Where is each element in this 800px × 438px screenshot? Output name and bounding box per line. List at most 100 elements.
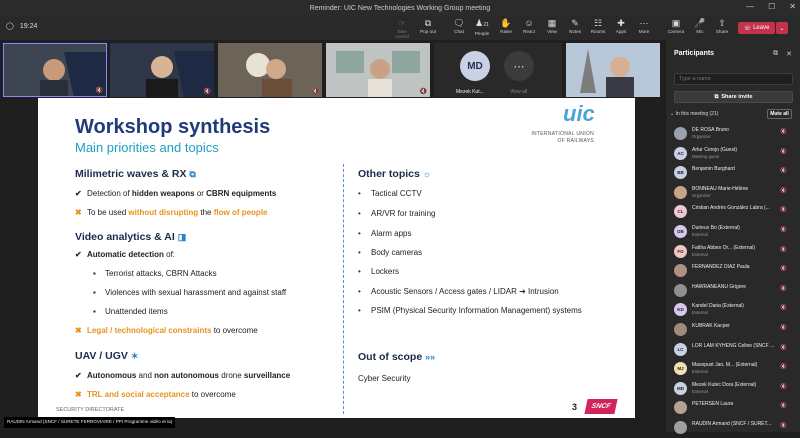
- participant-video: [218, 43, 322, 97]
- minimize-icon[interactable]: —: [746, 2, 754, 11]
- avatar: [674, 421, 687, 434]
- overflow-tiles: Mezek Kut... View all: [434, 43, 562, 97]
- leave-dropdown-button[interactable]: ⌄: [776, 22, 788, 34]
- participant-row[interactable]: DE ROSA Bruno Organizer 🔇: [674, 124, 797, 144]
- close-panel-icon[interactable]: ✕: [786, 50, 792, 58]
- view-all-label[interactable]: View all: [510, 89, 527, 95]
- participant-row[interactable]: DB Durieux Bo (External) External 🔇: [674, 222, 797, 242]
- participant-video: [326, 43, 430, 97]
- bullet-item: ✖ Legal / technological constraints to ov…: [75, 326, 258, 335]
- notes-button[interactable]: ✎ Notes: [563, 18, 587, 34]
- section-other-title: Other topics ☼: [358, 168, 432, 180]
- mic-muted-icon: 🔇: [419, 89, 427, 95]
- in-meeting-header[interactable]: ⌄ In this meeting (21): [670, 111, 718, 117]
- apps-button[interactable]: ✚ Apps: [609, 18, 633, 34]
- other-topic-item: • Acoustic Sensors / Access gates / LIDAR…: [358, 287, 559, 296]
- people-button[interactable]: ♟21 People: [470, 18, 494, 36]
- participant-name: FERNANDEZ DIAZ Paula: [692, 264, 750, 271]
- participant-row[interactable]: CL Cristian Andrés González Labra (... 🔇: [674, 202, 797, 222]
- avatar: KD: [674, 303, 687, 317]
- uic-logo: uic: [563, 101, 595, 126]
- slide-title: Workshop synthesis: [75, 116, 271, 138]
- chat-button[interactable]: 🗨 Chat: [447, 18, 471, 34]
- mic-muted-icon: 🔇: [95, 88, 103, 94]
- pop-out-icon[interactable]: ⧉: [773, 50, 778, 58]
- pop-out-icon: ⧉: [424, 18, 432, 28]
- sncf-logo: SNCF: [584, 399, 618, 414]
- participant-row[interactable]: RAUDIN Armand (SNCF / SURET... 🔇: [674, 418, 797, 438]
- take-control-button[interactable]: ☞ Take control: [390, 18, 414, 39]
- share-invite-button[interactable]: ⧉ Share invite: [674, 91, 793, 103]
- window-title: Reminder: UIC New Technologies Working G…: [309, 4, 491, 12]
- participant-row[interactable]: MJ Masopust Jan, M... (External) External 🔇: [674, 359, 797, 379]
- section-video-title: Video analytics & AI ◨: [75, 231, 187, 243]
- participant-row[interactable]: FO Fatiha Abbes Or... (External) External 🔇: [674, 242, 797, 262]
- participant-name: Artur Cerejo (Guest): [692, 146, 738, 153]
- mute-all-button[interactable]: Mute all: [767, 109, 792, 119]
- maximize-icon[interactable]: ☐: [768, 2, 775, 11]
- participant-row[interactable]: KD Kandel Daria (External) External 🔇: [674, 300, 797, 320]
- drone-icon: ✶: [130, 351, 139, 361]
- scope-item: Cyber Security: [358, 374, 411, 383]
- other-topic-item: • AR/VR for training: [358, 209, 436, 218]
- participant-name: HAWRANEANU Grigore: [692, 283, 746, 290]
- leave-button[interactable]: ☏ Leave: [738, 22, 775, 34]
- participant-row[interactable]: HAWRANEANU Grigore 🔇: [674, 281, 797, 301]
- share-button[interactable]: ⇧ Share: [710, 18, 734, 34]
- raise-hand-button[interactable]: ✋ Raise: [494, 18, 518, 34]
- video-tile-2[interactable]: 🔇: [110, 43, 214, 97]
- participant-row[interactable]: KUBRAK Kacper 🔇: [674, 320, 797, 340]
- mic-muted-icon: 🔇: [203, 89, 211, 95]
- participant-role: Organizer: [692, 134, 711, 139]
- section-scope-title: Out of scope »»: [358, 351, 436, 363]
- participant-role: External: [692, 388, 708, 394]
- video-tile-5[interactable]: [566, 43, 660, 97]
- participant-row[interactable]: LC LOR LAM KYHENG Celine (SNCF ... 🔇: [674, 340, 797, 360]
- more-participants-icon[interactable]: ⋯: [504, 51, 534, 81]
- chevron-down-icon: ⌄: [779, 25, 785, 32]
- participant-search-input[interactable]: [674, 73, 793, 85]
- double-chevron-icon: »»: [425, 352, 436, 362]
- mic-muted-icon: 🔇: [780, 285, 787, 292]
- participant-name: DE ROSA Bruno: [692, 127, 729, 133]
- timer-text: 19:24: [19, 22, 38, 30]
- participant-row[interactable]: MD Mezek Kutec Dora (External) External 🔇: [674, 379, 797, 399]
- meeting-toolbar: ◯ 19:24 ☞ Take control ⧉ Pop out 🗨 Chat ♟21…: [0, 16, 800, 40]
- rooms-button[interactable]: ☷ Rooms: [586, 18, 610, 34]
- presenter-caption: RAUDIN Armand (SNCF / SURETE FERROVIAIRE…: [4, 417, 176, 428]
- pop-out-button[interactable]: ⧉ Pop out: [416, 18, 440, 34]
- participant-row[interactable]: PETERSEN Laura 🔇: [674, 398, 797, 418]
- avatar-name: Mezek Kut...: [456, 89, 484, 95]
- avatar: MD: [674, 381, 687, 395]
- video-tile-4[interactable]: 🔇: [326, 43, 430, 97]
- mic-muted-icon: 🔇: [780, 246, 787, 253]
- mic-button[interactable]: 🎤 Mic: [688, 18, 712, 34]
- participant-name: LOR LAM KYHENG Celine (SNCF ...: [692, 342, 775, 349]
- avatar: AC: [674, 146, 687, 160]
- close-icon[interactable]: ✕: [789, 2, 796, 11]
- avatar[interactable]: MD: [460, 51, 490, 81]
- participant-name: Fatiha Abbes Or... (External): [692, 244, 756, 251]
- more-button[interactable]: ⋯ More: [632, 18, 656, 34]
- avatar: [674, 401, 687, 415]
- notes-icon: ✎: [571, 18, 579, 28]
- camera-button[interactable]: ▣ Camera: [664, 18, 688, 34]
- slide-page-number: 3: [572, 402, 578, 412]
- react-button[interactable]: ☺ React: [517, 18, 541, 34]
- participant-row[interactable]: BB Benjamin Burghard 🔇: [674, 163, 797, 183]
- mic-icon: 🎤: [694, 18, 706, 28]
- video-tile-3[interactable]: 🔇: [218, 43, 322, 97]
- participant-row[interactable]: AC Artur Cerejo (Guest) Meeting guest 🔇: [674, 144, 797, 164]
- avatar: MJ: [674, 362, 687, 376]
- uic-logo-subtitle: INTERNATIONAL UNION OF RAILWAYS: [531, 131, 594, 144]
- view-button[interactable]: ▦ View: [540, 18, 564, 34]
- slide-footer: SECURITY DIRECTORATE: [56, 407, 125, 413]
- participant-name: Cristian Andrés González Labra (...: [692, 205, 770, 212]
- mic-muted-icon: 🔇: [780, 207, 787, 214]
- video-tile-speaker[interactable]: 🔇: [3, 43, 107, 97]
- avatar: CL: [674, 205, 687, 219]
- shared-slide: Workshop synthesis Main priorities and t…: [38, 98, 635, 418]
- participant-row[interactable]: FERNANDEZ DIAZ Paula 🔇: [674, 261, 797, 281]
- participant-row[interactable]: BONNEAU Marie-Hélène Organizer 🔇: [674, 183, 797, 203]
- check-icon: ✔: [75, 371, 82, 380]
